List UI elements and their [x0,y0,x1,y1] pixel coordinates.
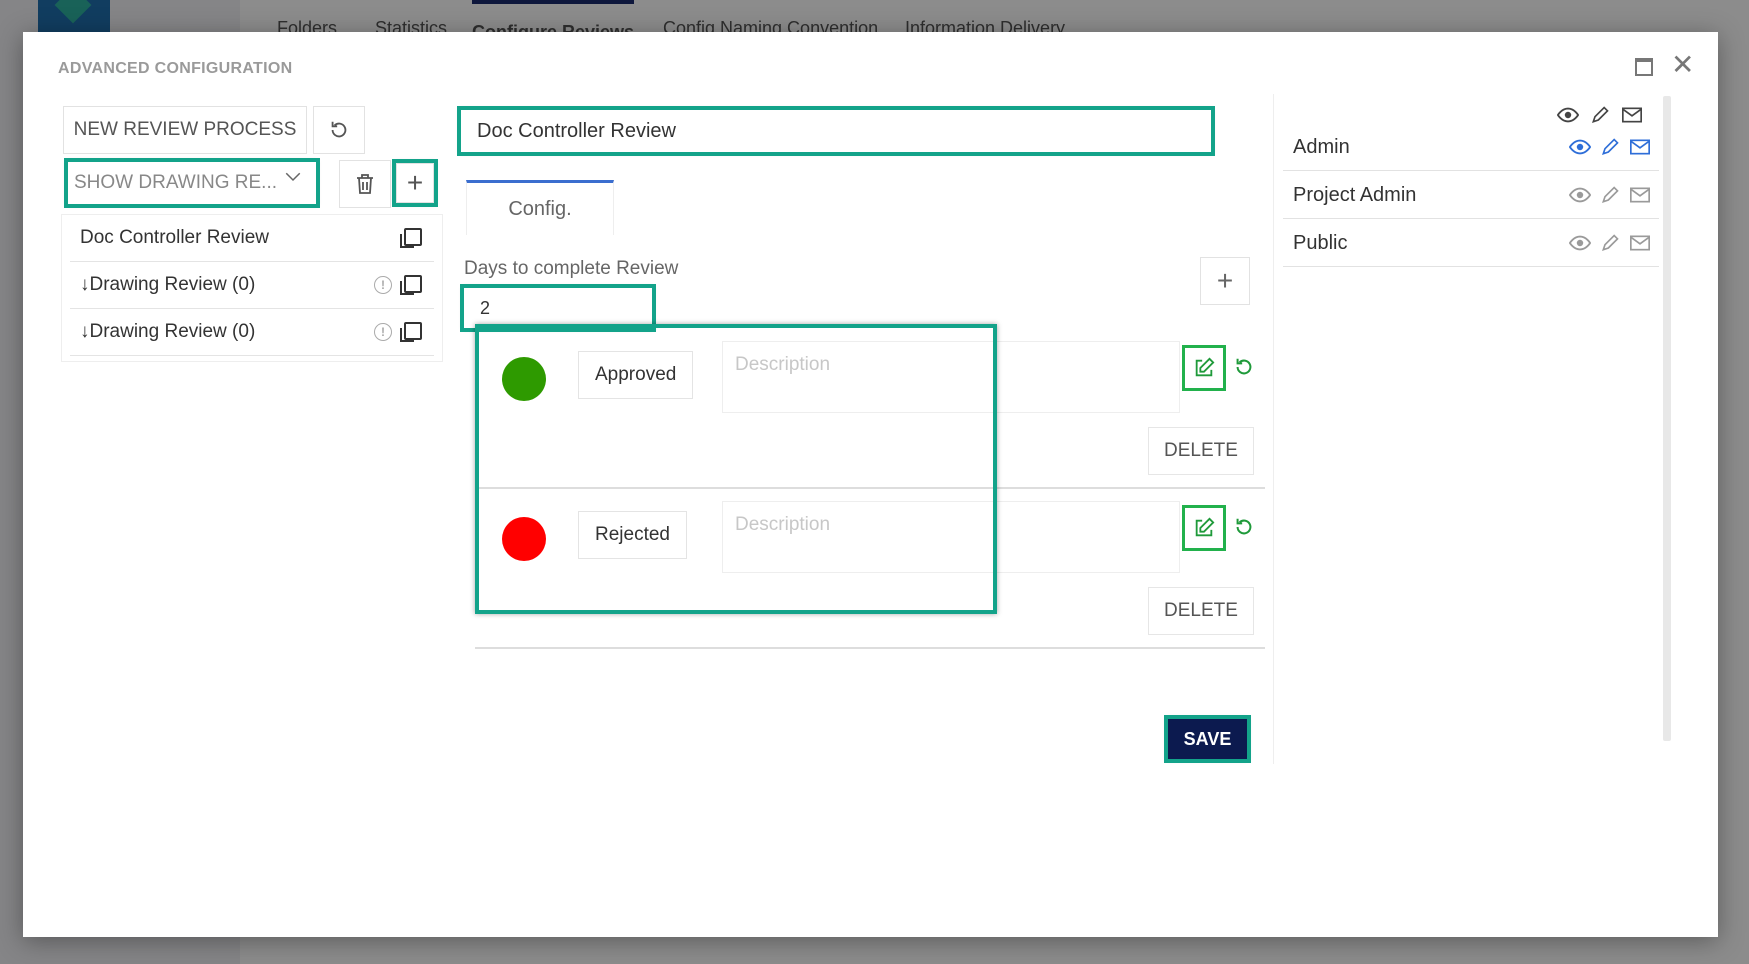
role-row-public[interactable]: Public [1283,220,1659,267]
status-name[interactable]: Approved [578,351,694,399]
copy-icon[interactable] [400,275,422,295]
pencil-icon [1589,104,1611,126]
new-review-process-button[interactable]: NEW REVIEW PROCESS [63,106,307,154]
list-item-label: Drawing Review (0) [89,274,256,295]
role-name: Project Admin [1293,183,1417,206]
edit-status-button[interactable] [1182,505,1226,551]
mail-icon[interactable] [1629,232,1651,254]
info-icon[interactable]: ! [374,276,392,294]
arrow-down-icon: ↓ [80,321,90,342]
days-to-complete-label: Days to complete Review [464,258,679,279]
mail-icon[interactable] [1629,136,1651,158]
roles-scrollbar[interactable] [1663,96,1671,741]
edit-status-button[interactable] [1182,345,1226,391]
status-row: Approved Description DELETE [475,327,1265,489]
eye-icon[interactable] [1569,184,1591,206]
delete-status-button[interactable]: DELETE [1148,587,1254,635]
save-button[interactable]: SAVE [1164,715,1251,763]
edit-icon [1195,517,1215,537]
modal-title: ADVANCED CONFIGURATION [58,60,293,77]
days-to-complete-input[interactable]: 2 [460,284,656,332]
status-color-swatch[interactable] [502,517,546,561]
pencil-icon[interactable] [1599,136,1621,158]
undo-icon [1236,518,1252,535]
role-row-admin[interactable]: Admin [1283,124,1659,171]
mail-icon [1621,104,1643,126]
delete-process-button[interactable] [339,160,391,208]
pencil-icon[interactable] [1599,232,1621,254]
status-color-swatch[interactable] [502,357,546,401]
status-name[interactable]: Rejected [578,511,687,559]
info-icon[interactable]: ! [374,323,392,341]
reset-status-button[interactable] [1229,349,1259,385]
delete-status-button[interactable]: DELETE [1148,427,1254,475]
advanced-configuration-modal: ADVANCED CONFIGURATION ✕ NEW REVIEW PROC… [23,32,1718,937]
eye-icon[interactable] [1569,232,1591,254]
undo-icon [1236,358,1252,375]
review-process-select[interactable]: SHOW DRAWING RE... [64,158,320,208]
list-item-label: Drawing Review (0) [89,321,256,342]
edit-icon [1195,357,1215,377]
maximize-icon[interactable] [1635,58,1653,76]
list-item[interactable]: ↓ Drawing Review (0) ! [70,262,434,309]
role-row-project-admin[interactable]: Project Admin [1283,172,1659,219]
review-process-list: Doc Controller Review ↓ Drawing Review (… [61,214,443,362]
role-permissions [1569,136,1651,158]
status-list: Approved Description DELETE Rejected Des… [475,327,1265,649]
review-process-select-value: SHOW DRAWING RE... [74,172,278,193]
list-item-label: Doc Controller Review [80,227,270,248]
tab-config[interactable]: Config. [466,180,614,235]
role-name: Admin [1293,135,1350,158]
eye-icon[interactable] [1569,136,1591,158]
list-item[interactable]: ↓ Drawing Review (0) ! [70,309,434,356]
mail-icon[interactable] [1629,184,1651,206]
reset-status-button[interactable] [1229,509,1259,545]
add-status-button[interactable]: + [1200,257,1250,305]
status-description-field[interactable]: Description [722,341,1180,413]
plus-icon: + [1216,265,1234,296]
plus-icon: + [406,167,424,198]
add-process-button[interactable]: + [392,159,438,207]
status-row: Rejected Description DELETE [475,487,1265,649]
list-item[interactable]: Doc Controller Review [70,215,434,262]
role-permissions [1569,232,1651,254]
copy-icon[interactable] [400,228,422,248]
role-name: Public [1293,231,1348,254]
review-name-input[interactable]: Doc Controller Review [457,106,1215,156]
chevron-down-icon [284,168,302,192]
copy-icon[interactable] [400,322,422,342]
undo-icon [331,121,347,138]
trash-icon [357,174,373,194]
eye-icon [1557,104,1579,126]
arrow-down-icon: ↓ [80,274,90,295]
status-description-field[interactable]: Description [722,501,1180,573]
role-permissions [1569,184,1651,206]
pencil-icon[interactable] [1599,184,1621,206]
undo-button[interactable] [313,106,365,154]
close-icon[interactable]: ✕ [1671,48,1694,81]
